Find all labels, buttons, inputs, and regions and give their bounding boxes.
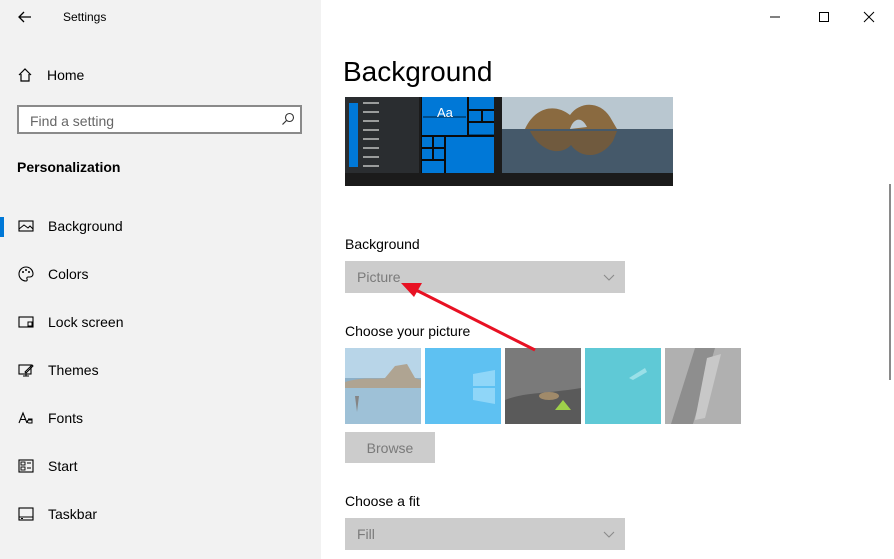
- picture-thumbnail-windows[interactable]: [425, 348, 501, 424]
- sidebar-item-label: Lock screen: [48, 314, 124, 330]
- page-title: Background: [343, 56, 493, 87]
- sidebar-item-label: Themes: [48, 362, 99, 378]
- search-box[interactable]: [17, 105, 302, 134]
- windows-logo-image: [425, 348, 501, 424]
- background-type-dropdown[interactable]: Picture: [345, 261, 625, 293]
- scrollbar-thumb[interactable]: [889, 184, 891, 380]
- back-button[interactable]: [14, 6, 36, 28]
- choose-fit-label: Choose a fit: [345, 493, 420, 509]
- section-heading: Personalization: [17, 159, 121, 175]
- active-indicator: [0, 217, 4, 237]
- sidebar-item-taskbar[interactable]: Taskbar: [0, 494, 320, 534]
- picture-thumbnail-underwater[interactable]: [585, 348, 661, 424]
- picture-icon: [18, 220, 34, 232]
- minimize-icon: [770, 16, 780, 18]
- close-icon: [863, 11, 875, 23]
- search-icon: [282, 112, 295, 125]
- background-label: Background: [345, 236, 420, 252]
- rock-image: [665, 348, 741, 424]
- palette-icon: [18, 266, 34, 282]
- maximize-button[interactable]: [801, 6, 847, 28]
- home-label: Home: [47, 67, 85, 83]
- back-arrow-icon: [18, 11, 31, 23]
- maximize-icon: [819, 12, 829, 22]
- background-preview: Aa: [345, 97, 673, 186]
- lock-screen-icon: [18, 316, 34, 328]
- start-icon: [18, 459, 34, 473]
- picture-thumbnail-rock[interactable]: [665, 348, 741, 424]
- sidebar-item-label: Background: [48, 218, 123, 234]
- sidebar-item-themes[interactable]: Themes: [0, 350, 320, 390]
- close-button[interactable]: [846, 6, 892, 28]
- fit-dropdown[interactable]: Fill: [345, 518, 625, 550]
- choose-picture-label: Choose your picture: [345, 323, 471, 339]
- chevron-down-icon: [603, 274, 615, 281]
- browse-button[interactable]: Browse: [345, 432, 435, 463]
- minimize-button[interactable]: [752, 6, 798, 28]
- window-title: Settings: [63, 10, 107, 24]
- background-type-value: Picture: [357, 269, 401, 285]
- underwater-image: [585, 348, 661, 424]
- content-pane: Background Aa Background Picture Choose …: [321, 0, 894, 559]
- sidebar-item-label: Taskbar: [48, 506, 98, 522]
- settings-sidebar: Settings Home Personalization Background…: [0, 0, 322, 559]
- home-nav-item[interactable]: Home: [16, 63, 306, 87]
- sidebar-item-background[interactable]: Background: [0, 206, 320, 246]
- sidebar-item-colors[interactable]: Colors: [0, 254, 320, 294]
- night-sky-image: [505, 348, 581, 424]
- sidebar-item-fonts[interactable]: Fonts: [0, 398, 320, 438]
- themes-icon: [18, 364, 34, 377]
- sidebar-item-label: Colors: [48, 266, 89, 282]
- chevron-down-icon: [603, 531, 615, 538]
- taskbar-icon: [18, 507, 34, 521]
- sidebar-item-start[interactable]: Start: [0, 446, 320, 486]
- fit-value: Fill: [357, 526, 375, 542]
- sidebar-item-label: Fonts: [48, 410, 84, 426]
- beach-image: [345, 348, 421, 424]
- sidebar-item-lock-screen[interactable]: Lock screen: [0, 302, 320, 342]
- sidebar-item-label: Start: [48, 458, 78, 474]
- search-input[interactable]: [28, 112, 272, 130]
- picture-thumbnail-beach[interactable]: [345, 348, 421, 424]
- desktop-preview-image: Aa: [345, 97, 673, 186]
- fonts-icon: [18, 411, 33, 424]
- picture-thumbnail-night-sky[interactable]: [505, 348, 581, 424]
- home-icon: [18, 68, 32, 82]
- preview-tile-text: Aa: [437, 105, 454, 120]
